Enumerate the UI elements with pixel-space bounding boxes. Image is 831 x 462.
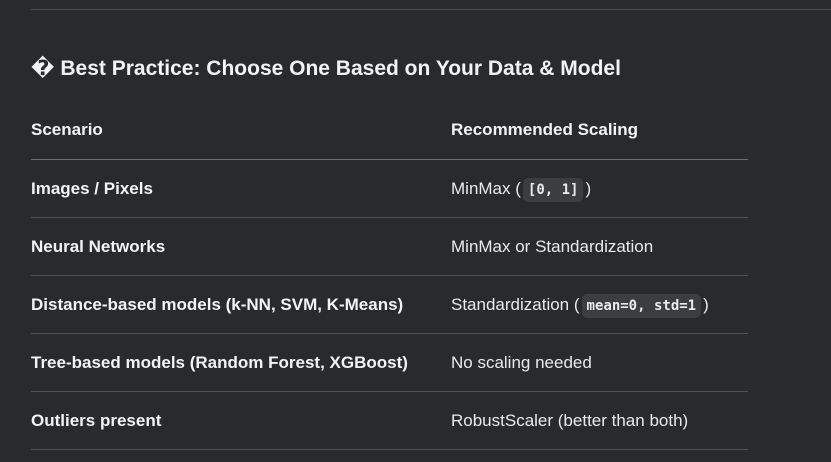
scenario-cell: Images / Pixels	[31, 178, 153, 198]
inline-code: [0, 1]	[522, 177, 584, 202]
scaling-cell: MinMax ([0, 1])	[451, 177, 748, 202]
scenario-cell: Tree-based models (Random Forest, XGBoos…	[31, 352, 408, 372]
scaling-text: No scaling needed	[451, 352, 592, 372]
replacement-char-icon: �	[31, 57, 55, 80]
scaling-cell: RobustScaler (better than both)	[451, 411, 748, 431]
table-row: Images / Pixels MinMax ([0, 1])	[31, 160, 748, 218]
scenario-cell: Neural Networks	[31, 236, 166, 256]
table-header-row: Scenario Recommended Scaling	[31, 101, 748, 160]
scaling-text: Standardization (	[451, 294, 580, 314]
scenario-cell: Outliers present	[31, 410, 162, 430]
scaling-text-suffix: )	[703, 294, 709, 314]
inline-code: mean=0, std=1	[581, 293, 702, 318]
table-row: Distance-based models (k-NN, SVM, K-Mean…	[31, 276, 748, 334]
header-scenario: Scenario	[31, 120, 103, 139]
section-heading: � Best Practice: Choose One Based on Your…	[31, 56, 621, 82]
divider	[31, 9, 831, 10]
scaling-table: Scenario Recommended Scaling Images / Pi…	[31, 101, 748, 450]
scaling-cell: MinMax or Standardization	[451, 237, 748, 257]
scaling-text: RobustScaler (better than both)	[451, 410, 689, 430]
scaling-text: MinMax (	[451, 178, 521, 198]
scenario-cell: Distance-based models (k-NN, SVM, K-Mean…	[31, 294, 404, 314]
table-row: Outliers present RobustScaler (better th…	[31, 392, 748, 450]
scaling-text: MinMax or Standardization	[451, 236, 654, 256]
table-row: Neural Networks MinMax or Standardizatio…	[31, 218, 748, 276]
header-recommended-scaling: Recommended Scaling	[451, 120, 639, 139]
scaling-cell: Standardization (mean=0, std=1)	[451, 293, 748, 318]
table-row: Tree-based models (Random Forest, XGBoos…	[31, 334, 748, 392]
scaling-cell: No scaling needed	[451, 353, 748, 373]
section-heading-text: Best Practice: Choose One Based on Your …	[60, 57, 621, 80]
chat-response-page: � Best Practice: Choose One Based on Your…	[0, 0, 831, 462]
scaling-text-suffix: )	[585, 178, 592, 198]
